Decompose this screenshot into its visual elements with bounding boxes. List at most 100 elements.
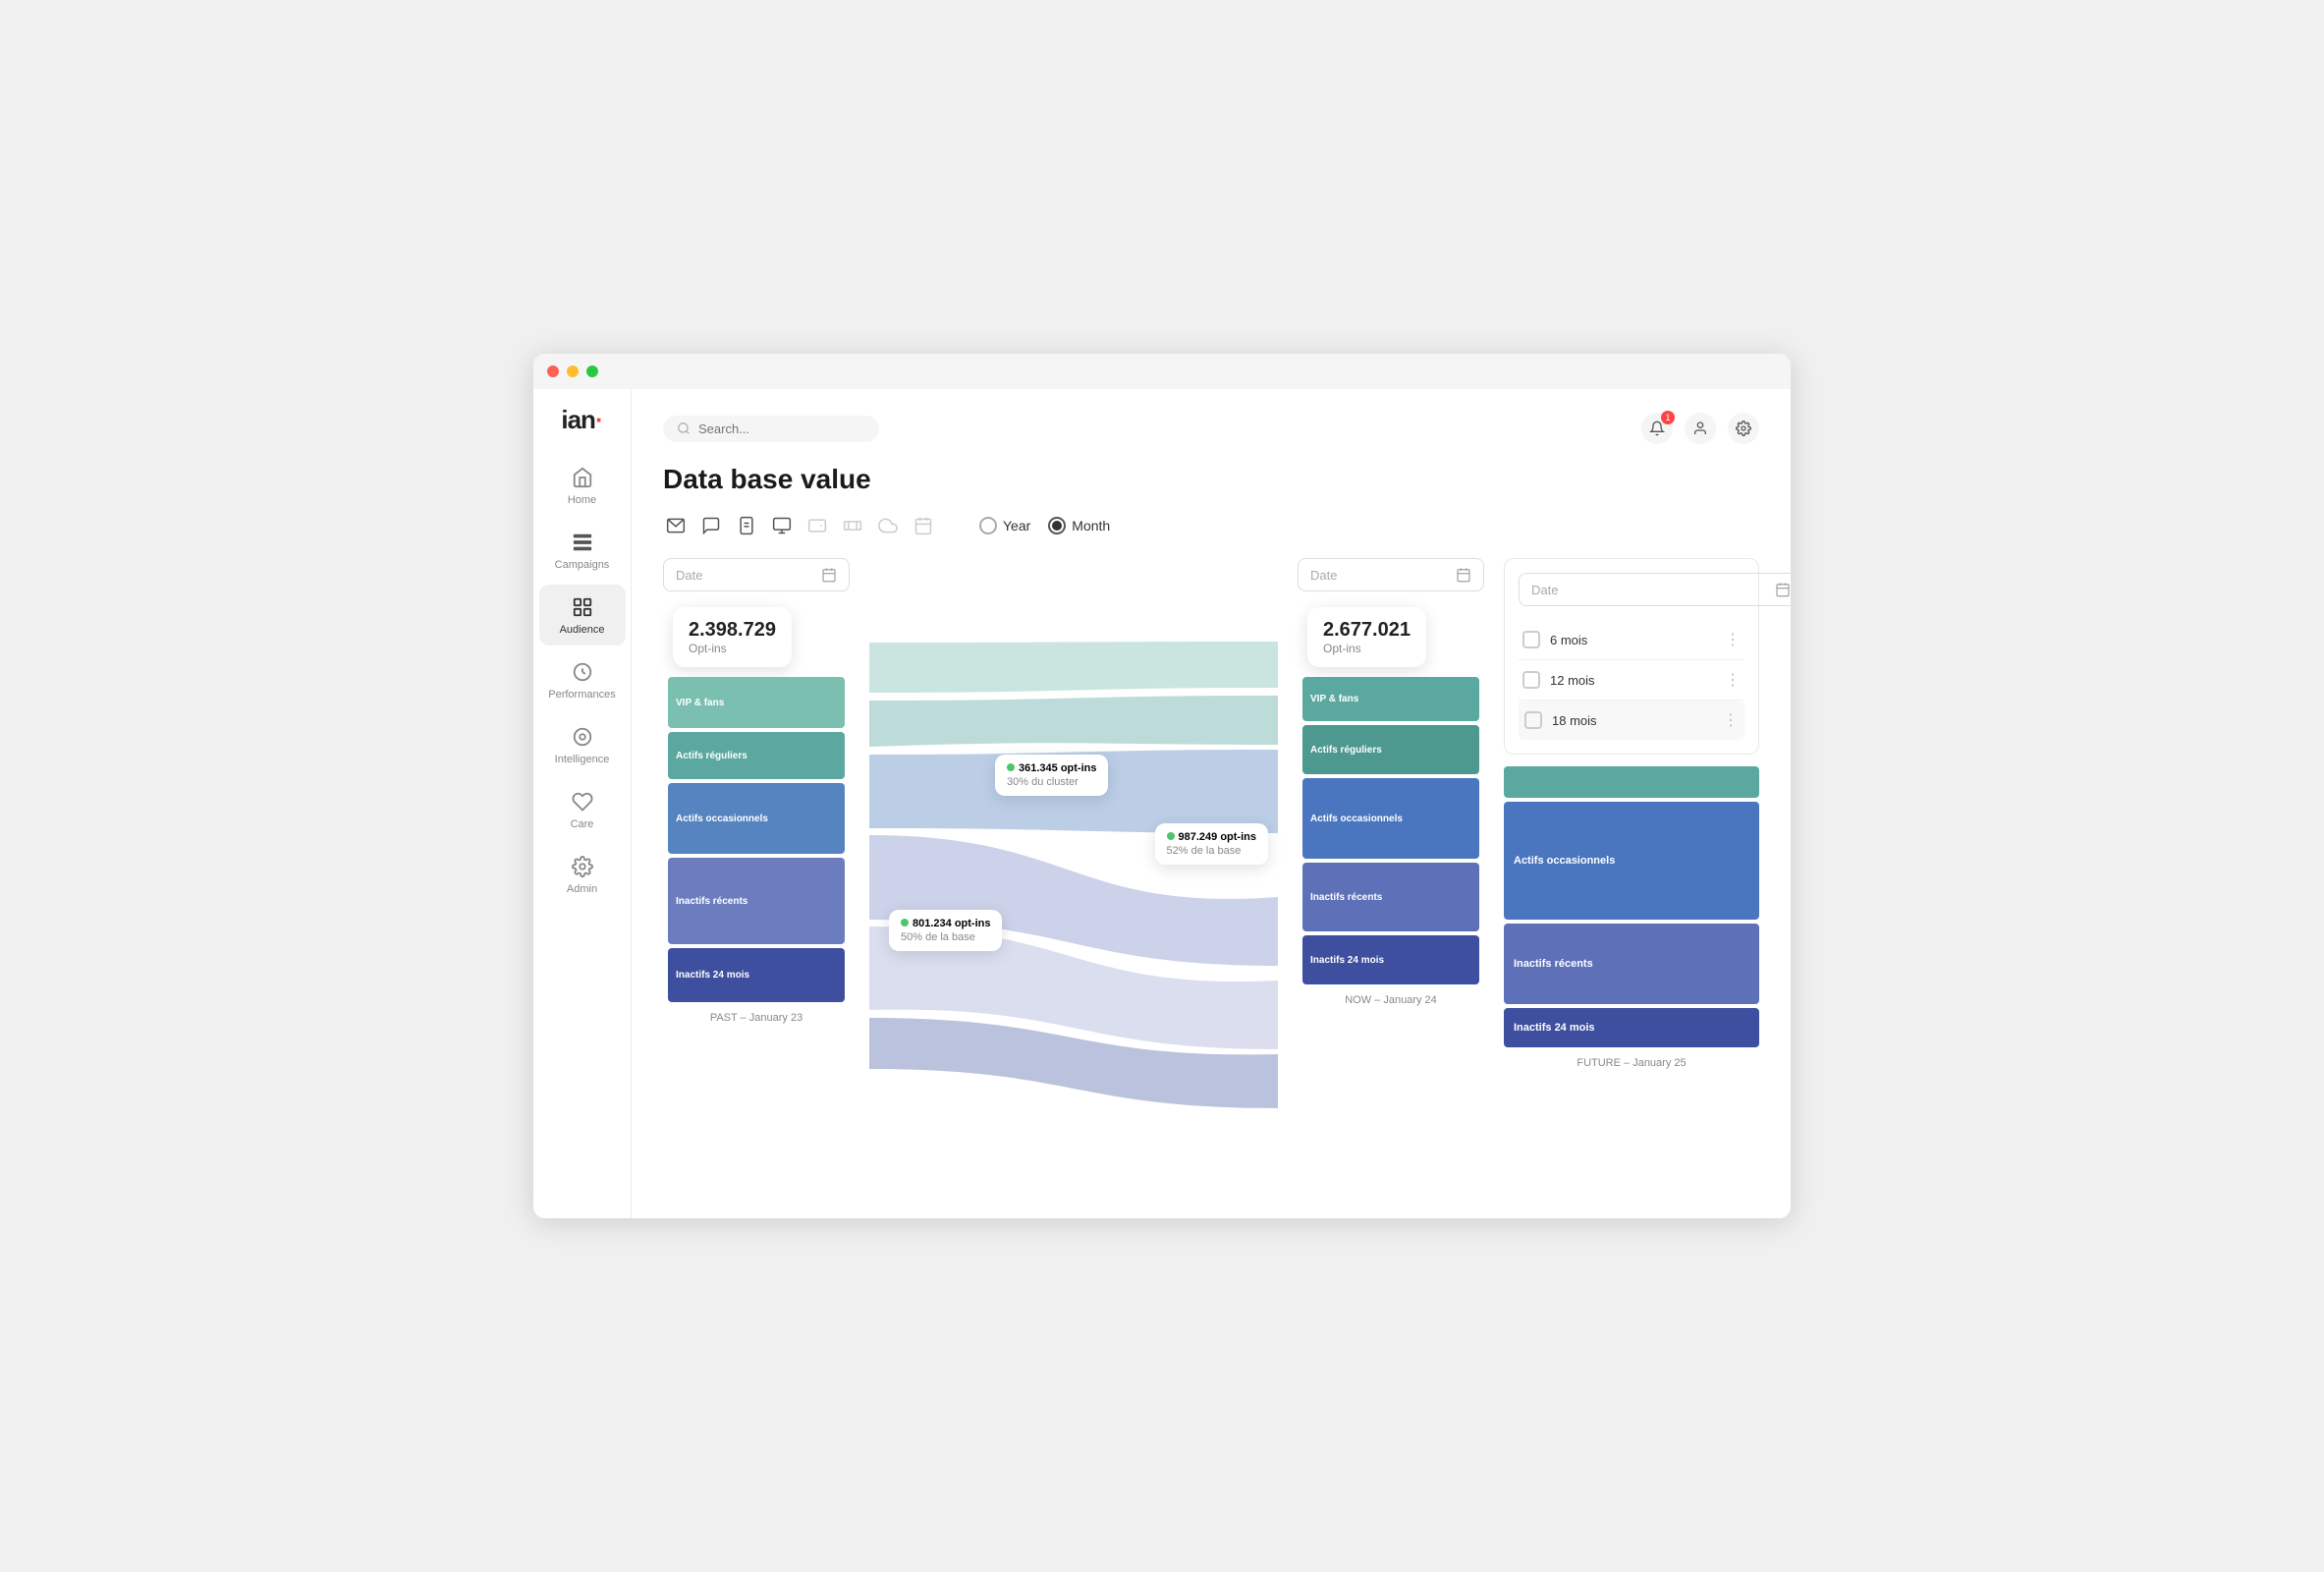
gear-icon — [1736, 421, 1751, 436]
tooltip-dot-1 — [901, 919, 909, 926]
sidebar-item-audience[interactable]: Audience — [539, 585, 626, 646]
sidebar-item-intelligence[interactable]: Intelligence — [539, 714, 626, 775]
tooltip-1-value: 801.234 opt-ins — [913, 918, 990, 929]
past-optins-label: Opt-ins — [689, 642, 776, 655]
coupon-icon[interactable] — [840, 513, 865, 538]
cb-18mois-dots[interactable]: ⋮ — [1723, 710, 1739, 730]
settings-button[interactable] — [1728, 413, 1759, 444]
audience-icon — [570, 594, 595, 620]
checkbox-6mois[interactable]: 6 mois ⋮ — [1519, 620, 1744, 660]
seg-inactifs-24-past: Inactifs 24 mois — [668, 948, 845, 1002]
future-segments: Actifs occasionnels Inactifs récents Ina… — [1504, 766, 1759, 1047]
cb-12mois-label: 12 mois — [1550, 673, 1595, 688]
now-label: NOW – January 24 — [1345, 994, 1437, 1006]
sidebar-item-care[interactable]: Care — [539, 779, 626, 840]
topbar: 1 — [663, 413, 1759, 444]
search-input[interactable] — [698, 421, 856, 436]
tooltip-1-sub: 50% de la base — [901, 931, 990, 943]
year-radio[interactable]: Year — [979, 517, 1030, 534]
cb-6mois-dots[interactable]: ⋮ — [1725, 630, 1741, 649]
past-optins-card: 2.398.729 Opt-ins — [673, 607, 792, 667]
sidebar-item-label: Home — [568, 494, 596, 506]
user-icon — [1692, 421, 1708, 436]
cb-12mois-box[interactable] — [1522, 671, 1540, 689]
display-icon[interactable] — [769, 513, 795, 538]
now-date-input[interactable]: Date — [1298, 558, 1484, 591]
email-icon[interactable] — [663, 513, 689, 538]
notification-button[interactable]: 1 — [1641, 413, 1673, 444]
user-button[interactable] — [1685, 413, 1716, 444]
month-label: Month — [1072, 518, 1110, 533]
now-optins-number: 2.677.021 — [1323, 619, 1411, 642]
seg-vip-fans-past: VIP & fans — [668, 677, 845, 728]
sms-icon[interactable] — [698, 513, 724, 538]
seg-inactifs-rec-now: Inactifs récents — [1302, 863, 1479, 931]
sankey-svg — [869, 617, 1278, 1148]
cb-18mois-box[interactable] — [1524, 711, 1542, 729]
tooltip-2-sub: 30% du cluster — [1007, 776, 1096, 788]
main-content: 1 Data base value — [632, 389, 1791, 1218]
tooltip-3-value: 987.249 opt-ins — [1179, 831, 1256, 843]
sidebar-item-label: Campaigns — [555, 559, 610, 571]
window-maximize[interactable] — [586, 365, 598, 377]
campaigns-icon — [570, 530, 595, 555]
sidebar-item-label: Admin — [567, 883, 597, 895]
now-optins-label: Opt-ins — [1323, 642, 1411, 655]
flow-area: 801.234 opt-ins 50% de la base 361.345 o… — [869, 558, 1278, 1128]
year-radio-circle — [979, 517, 997, 534]
calendar-icon[interactable] — [911, 513, 936, 538]
period-radio-group: Year Month — [979, 517, 1110, 534]
tooltip-3: 987.249 opt-ins 52% de la base — [1155, 823, 1268, 865]
past-date-input[interactable]: Date — [663, 558, 850, 591]
window-minimize[interactable] — [567, 365, 579, 377]
search-box[interactable] — [663, 416, 879, 442]
admin-icon — [570, 854, 595, 879]
push-icon[interactable] — [734, 513, 759, 538]
sidebar-item-label: Care — [571, 818, 594, 830]
past-column: Date 2.398.729 Opt-ins VIP & fans Actifs… — [663, 558, 850, 1024]
tooltip-3-sub: 52% de la base — [1167, 845, 1256, 857]
topbar-actions: 1 — [1641, 413, 1759, 444]
sidebar-item-campaigns[interactable]: Campaigns — [539, 520, 626, 581]
notification-badge: 1 — [1661, 411, 1675, 424]
month-radio[interactable]: Month — [1048, 517, 1110, 534]
seg-actifs-reg-now: Actifs réguliers — [1302, 725, 1479, 774]
future-label: FUTURE – January 25 — [1504, 1057, 1759, 1069]
seg-actifs-reg-past: Actifs réguliers — [668, 732, 845, 779]
sidebar-item-performances[interactable]: Performances — [539, 649, 626, 710]
sidebar-item-admin[interactable]: Admin — [539, 844, 626, 905]
intelligence-icon — [570, 724, 595, 750]
sidebar-item-home[interactable]: Home — [539, 455, 626, 516]
seg-vip-fans-now: VIP & fans — [1302, 677, 1479, 721]
home-icon — [570, 465, 595, 490]
sidebar: ian· Home Campaigns Audience — [533, 389, 632, 1218]
tooltip-1: 801.234 opt-ins 50% de la base — [889, 910, 1002, 951]
calendar-icon — [821, 567, 837, 583]
wallet-icon[interactable] — [804, 513, 830, 538]
past-segments: VIP & fans Actifs réguliers Actifs occas… — [668, 677, 845, 1002]
future-column: Date 6 mois ⋮ — [1504, 558, 1759, 1069]
care-icon — [570, 789, 595, 814]
future-date-input[interactable]: Date — [1519, 573, 1791, 606]
sidebar-item-label: Performances — [548, 689, 615, 701]
sidebar-item-label: Audience — [560, 624, 605, 636]
sidebar-item-label: Intelligence — [555, 754, 610, 765]
cb-12mois-dots[interactable]: ⋮ — [1725, 670, 1741, 690]
checkbox-18mois[interactable]: 18 mois ⋮ — [1519, 701, 1744, 740]
future-seg-inactifs-rec: Inactifs récents — [1504, 924, 1759, 1004]
calendar-future-icon — [1775, 582, 1791, 597]
checkbox-12mois[interactable]: 12 mois ⋮ — [1519, 660, 1744, 701]
past-optins-number: 2.398.729 — [689, 619, 776, 642]
cloud-icon[interactable] — [875, 513, 901, 538]
tooltip-2-value: 361.345 opt-ins — [1019, 762, 1096, 774]
year-label: Year — [1003, 518, 1030, 533]
now-column: Date 2.677.021 Opt-ins VIP & fans Actifs… — [1298, 558, 1484, 1006]
calendar-now-icon — [1456, 567, 1471, 583]
month-radio-circle — [1048, 517, 1066, 534]
window-close[interactable] — [547, 365, 559, 377]
cb-6mois-box[interactable] — [1522, 631, 1540, 648]
seg-actifs-occ-past: Actifs occasionnels — [668, 783, 845, 854]
search-icon — [677, 421, 691, 435]
seg-inactifs-rec-past: Inactifs récents — [668, 858, 845, 944]
now-optins-card: 2.677.021 Opt-ins — [1307, 607, 1426, 667]
